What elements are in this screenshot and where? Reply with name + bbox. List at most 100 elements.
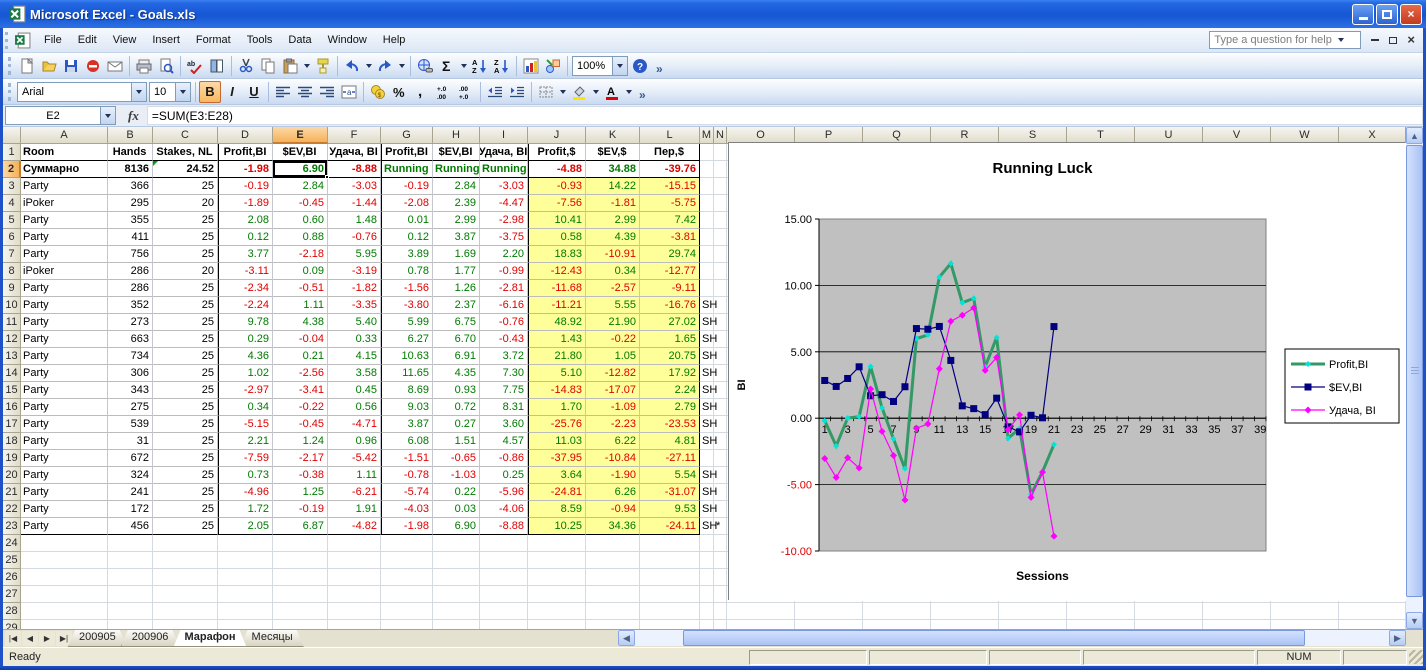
font-name-combo[interactable]: Arial — [17, 82, 147, 102]
cell-C3[interactable]: 25 — [153, 178, 218, 195]
horizontal-scrollbar[interactable]: ◀ ▶ — [618, 630, 1406, 646]
cell-N2[interactable] — [714, 161, 727, 178]
cell-M26[interactable] — [700, 569, 714, 586]
cell-G14[interactable]: 11.65 — [381, 365, 433, 382]
cell-I5[interactable]: -2.98 — [480, 212, 528, 229]
cell-L14[interactable]: 17.92 — [640, 365, 700, 382]
cell-N26[interactable] — [714, 569, 727, 586]
copy-button[interactable] — [257, 55, 279, 77]
cell-H15[interactable]: 0.93 — [433, 382, 480, 399]
cell-M5[interactable] — [700, 212, 714, 229]
cell-M27[interactable] — [700, 586, 714, 603]
cell-J8[interactable]: -12.43 — [528, 263, 586, 280]
cell-G8[interactable]: 0.78 — [381, 263, 433, 280]
cell-L17[interactable]: -23.53 — [640, 416, 700, 433]
cell-M2[interactable] — [700, 161, 714, 178]
cell-D5[interactable]: 2.08 — [218, 212, 273, 229]
row-header-15[interactable]: 15 — [3, 382, 21, 399]
cell-J11[interactable]: 48.92 — [528, 314, 586, 331]
close-button[interactable]: × — [1400, 4, 1422, 25]
spelling-button[interactable]: ab — [184, 55, 206, 77]
cell-M23[interactable]: SH — [700, 518, 714, 535]
cell-G22[interactable]: -4.03 — [381, 501, 433, 518]
cell-K15[interactable]: -17.07 — [586, 382, 640, 399]
cell-I2[interactable]: Running — [480, 161, 528, 178]
cell-J26[interactable] — [528, 569, 586, 586]
cell-L4[interactable]: -5.75 — [640, 195, 700, 212]
cell-I29[interactable] — [480, 620, 528, 629]
drawing-button[interactable] — [542, 55, 564, 77]
row-header-8[interactable]: 8 — [3, 263, 21, 280]
row-header-29[interactable]: 29 — [3, 620, 21, 629]
cell-M13[interactable]: SH — [700, 348, 714, 365]
cell-W29[interactable] — [1271, 620, 1339, 629]
cell-M9[interactable] — [700, 280, 714, 297]
underline-button[interactable]: U — [243, 81, 265, 103]
cell-D10[interactable]: -2.24 — [218, 297, 273, 314]
cell-J12[interactable]: 1.43 — [528, 331, 586, 348]
cell-L12[interactable]: 1.65 — [640, 331, 700, 348]
cell-H12[interactable]: 6.70 — [433, 331, 480, 348]
cell-J2[interactable]: -4.88 — [528, 161, 586, 178]
cell-G19[interactable]: -1.51 — [381, 450, 433, 467]
cell-L18[interactable]: 4.81 — [640, 433, 700, 450]
cell-K14[interactable]: -12.82 — [586, 365, 640, 382]
cell-M10[interactable]: SH — [700, 297, 714, 314]
zoom-combo[interactable]: 100% — [572, 56, 628, 76]
cell-L22[interactable]: 9.53 — [640, 501, 700, 518]
cell-F17[interactable]: -4.71 — [328, 416, 381, 433]
cell-D8[interactable]: -3.11 — [218, 263, 273, 280]
menu-file[interactable]: File — [36, 30, 70, 50]
cell-N24[interactable] — [714, 535, 727, 552]
cell-D26[interactable] — [218, 569, 273, 586]
redo-button[interactable] — [374, 55, 396, 77]
permission-button[interactable] — [82, 55, 104, 77]
cell-L10[interactable]: -16.76 — [640, 297, 700, 314]
sheet-tab-Месяцы[interactable]: Месяцы — [241, 630, 304, 647]
format-painter-button[interactable] — [312, 55, 334, 77]
cell-C11[interactable]: 25 — [153, 314, 218, 331]
autosum-button[interactable]: Σ — [436, 55, 458, 77]
cell-E5[interactable]: 0.60 — [273, 212, 328, 229]
cell-I28[interactable] — [480, 603, 528, 620]
cell-C25[interactable] — [153, 552, 218, 569]
cell-V29[interactable] — [1203, 620, 1271, 629]
cell-F20[interactable]: 1.11 — [328, 467, 381, 484]
col-header-C[interactable]: C — [153, 127, 218, 144]
cell-A20[interactable]: Party — [21, 467, 108, 484]
cell-K4[interactable]: -1.81 — [586, 195, 640, 212]
cell-N19[interactable] — [714, 450, 727, 467]
cell-M17[interactable]: SH — [700, 416, 714, 433]
cell-K13[interactable]: 1.05 — [586, 348, 640, 365]
cell-B2[interactable]: 8136 — [108, 161, 153, 178]
cell-E28[interactable] — [273, 603, 328, 620]
menu-insert[interactable]: Insert — [144, 30, 188, 50]
cell-H29[interactable] — [433, 620, 480, 629]
cell-M7[interactable] — [700, 246, 714, 263]
cell-A1[interactable]: Room — [21, 144, 108, 161]
cell-I6[interactable]: -3.75 — [480, 229, 528, 246]
cell-G27[interactable] — [381, 586, 433, 603]
cell-M22[interactable]: SH — [700, 501, 714, 518]
cell-L1[interactable]: Пер,$ — [640, 144, 700, 161]
cell-G24[interactable] — [381, 535, 433, 552]
cell-I17[interactable]: 3.60 — [480, 416, 528, 433]
row-header-7[interactable]: 7 — [3, 246, 21, 263]
cell-Q28[interactable] — [863, 603, 931, 620]
cell-D29[interactable] — [218, 620, 273, 629]
cell-I25[interactable] — [480, 552, 528, 569]
cell-C21[interactable]: 25 — [153, 484, 218, 501]
cell-A2[interactable]: Суммарно — [21, 161, 108, 178]
cell-B6[interactable]: 411 — [108, 229, 153, 246]
increase-indent-button[interactable] — [506, 81, 528, 103]
cell-H17[interactable]: 0.27 — [433, 416, 480, 433]
decrease-indent-button[interactable] — [484, 81, 506, 103]
cell-A18[interactable]: Party — [21, 433, 108, 450]
new-button[interactable] — [16, 55, 38, 77]
row-header-3[interactable]: 3 — [3, 178, 21, 195]
cell-K1[interactable]: $EV,$ — [586, 144, 640, 161]
toolbar-options-icon[interactable]: » — [636, 88, 649, 104]
chevron-down-icon[interactable] — [1338, 38, 1344, 42]
cell-B21[interactable]: 241 — [108, 484, 153, 501]
cell-H3[interactable]: 2.84 — [433, 178, 480, 195]
